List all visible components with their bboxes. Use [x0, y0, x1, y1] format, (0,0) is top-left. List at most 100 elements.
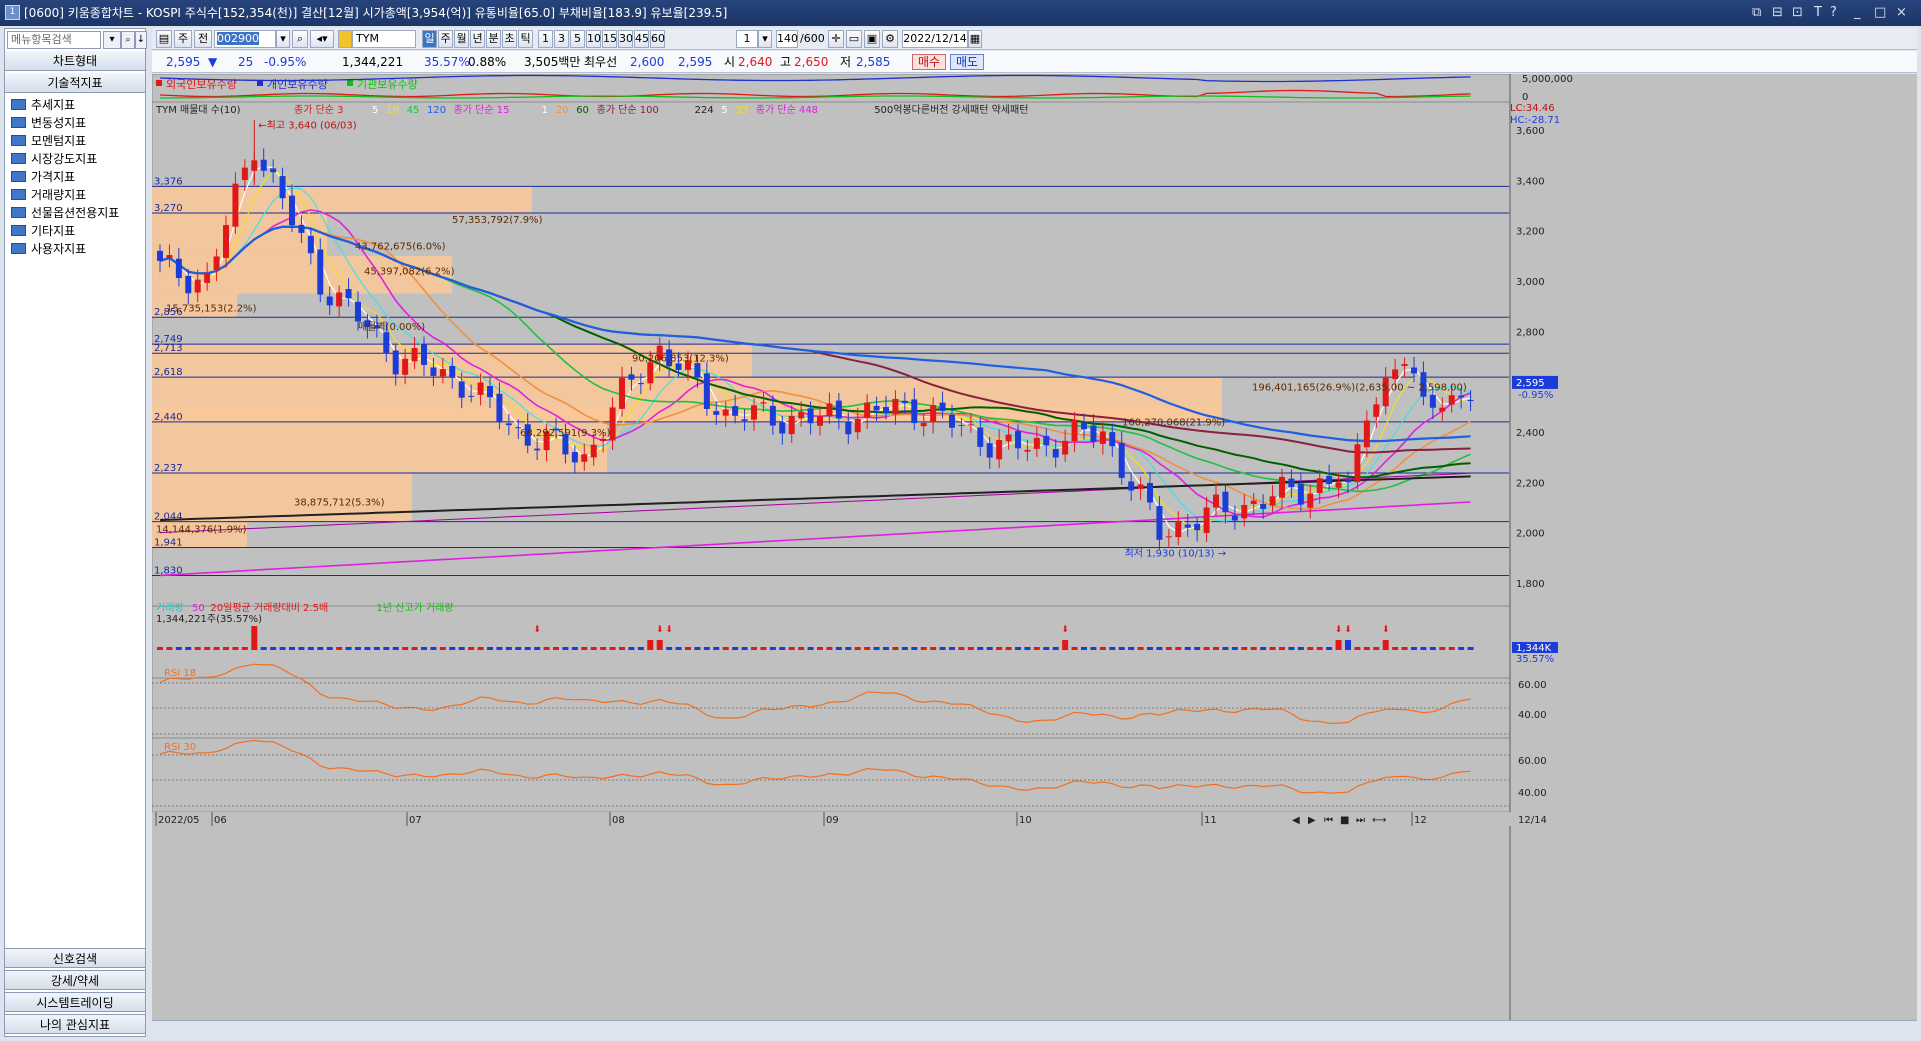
volume-bar: [1288, 647, 1295, 650]
candle-body: [1260, 503, 1267, 509]
indicator-folder[interactable]: 변동성지표: [11, 115, 86, 132]
magnifier-icon[interactable]: ⌕: [292, 30, 308, 48]
indicator-folder[interactable]: 선물옵션전용지표: [11, 205, 119, 222]
chart-scroll-strip[interactable]: [152, 1020, 1917, 1038]
month-label: 2022/05: [158, 815, 200, 826]
minute-button[interactable]: 60: [650, 30, 665, 48]
candle-body: [383, 332, 390, 354]
calendar-icon[interactable]: ▦: [968, 30, 982, 48]
volume-bar: [1392, 647, 1399, 650]
stock-type-button[interactable]: 주: [174, 30, 192, 48]
period-button[interactable]: 분: [486, 30, 501, 48]
indicator-folder[interactable]: 기타지표: [11, 223, 75, 240]
candle-body: [1194, 523, 1201, 531]
tab-chart-type[interactable]: 차트형태: [5, 51, 145, 71]
volume-bar: [1099, 647, 1106, 650]
buy-button[interactable]: 매수: [912, 54, 946, 70]
candle-body: [741, 419, 748, 422]
minute-button[interactable]: 45: [634, 30, 649, 48]
volume-bar: [656, 640, 663, 650]
sell-button[interactable]: 매도: [950, 54, 984, 70]
minute-count-dropdown-icon[interactable]: ▾: [758, 30, 772, 48]
scroll-control-icon: ◀: [1292, 815, 1300, 826]
stock-code-input[interactable]: 002900: [214, 30, 276, 48]
period-button[interactable]: 초: [502, 30, 517, 48]
save-icon[interactable]: ▣: [864, 30, 880, 48]
minimize-pane-icon[interactable]: ⊟: [1772, 0, 1783, 26]
tab-my-indicators[interactable]: 나의 관심지표: [5, 1014, 145, 1034]
speaker-icon[interactable]: ◂▾: [310, 30, 334, 48]
minimize-button[interactable]: _: [1854, 0, 1861, 26]
price-legend-item: 종가 단순 3: [294, 104, 344, 116]
indicator-folder[interactable]: 거래량지표: [11, 187, 86, 204]
tab-strength[interactable]: 강세/약세: [5, 970, 145, 990]
print-icon[interactable]: ▭: [846, 30, 862, 48]
period-button[interactable]: 주: [438, 30, 453, 48]
settings-gear-icon[interactable]: ⚙: [882, 30, 898, 48]
volume-bar: [1175, 647, 1182, 650]
restore-icon[interactable]: ⧉: [1752, 0, 1761, 26]
minute-count-select[interactable]: 1: [736, 30, 758, 48]
range-input[interactable]: 140: [776, 30, 798, 48]
candle-body: [260, 159, 267, 171]
down-arrow-icon[interactable]: ↓: [135, 31, 147, 49]
volume-bar: [930, 647, 937, 650]
text-icon[interactable]: T: [1814, 0, 1822, 26]
volume-bar: [798, 647, 805, 650]
minute-button[interactable]: 30: [618, 30, 633, 48]
volume-bar: [854, 647, 861, 650]
range-total: /600: [800, 32, 825, 45]
volume-bar: [986, 647, 993, 650]
maximize-button[interactable]: □: [1874, 0, 1886, 26]
candle-body: [1137, 484, 1144, 489]
volume-bar: [807, 647, 814, 650]
low-label: 저: [840, 55, 852, 69]
price-legend-item: 33: [735, 105, 748, 116]
code-dropdown-icon[interactable]: ▾: [276, 30, 290, 48]
chart-area[interactable]: 3,376 3,270 2,856 2,749 2,713 2,618 2,440 2,237…: [152, 74, 1917, 1026]
candle-body: [1411, 367, 1417, 374]
maximize-pane-icon[interactable]: ⊡: [1792, 0, 1803, 26]
minute-button[interactable]: 3: [554, 30, 569, 48]
candle-body: [713, 411, 720, 415]
date-input[interactable]: 2022/12/14: [902, 30, 968, 48]
volume-bar: [647, 640, 654, 650]
search-icon[interactable]: ⌕: [121, 31, 135, 49]
help-icon[interactable]: ?: [1830, 0, 1837, 26]
volume-bar: [1005, 647, 1012, 650]
volume-bar: [1307, 647, 1314, 650]
menu-search-input[interactable]: 메뉴항목검색: [7, 31, 101, 49]
indicator-folder[interactable]: 가격지표: [11, 169, 75, 186]
indicator-folder[interactable]: 사용자지표: [11, 241, 86, 258]
search-dropdown-icon[interactable]: ▾: [103, 31, 121, 49]
minute-button[interactable]: 5: [570, 30, 585, 48]
minute-button[interactable]: 15: [602, 30, 617, 48]
month-label: 11: [1204, 815, 1217, 826]
cross-cursor-icon[interactable]: ✛: [828, 30, 844, 48]
volume-bar: [553, 647, 559, 650]
candle-body: [703, 373, 710, 409]
candle-body: [901, 400, 908, 404]
period-button[interactable]: 틱: [518, 30, 533, 48]
indicator-folder-label: 기타지표: [31, 224, 76, 238]
candle-body: [1467, 399, 1474, 402]
period-button[interactable]: 월: [454, 30, 469, 48]
stock-name-field[interactable]: TYM: [352, 30, 416, 48]
tab-system-trading[interactable]: 시스템트레이딩: [5, 992, 145, 1012]
tab-technical-indicators[interactable]: 기술적지표: [5, 73, 145, 93]
minute-button[interactable]: 1: [538, 30, 553, 48]
all-button[interactable]: 전: [194, 30, 212, 48]
chart-canvas[interactable]: 3,3763,2702,8562,7492,7132,6182,4402,237…: [152, 74, 1917, 1020]
price-axis-label: 3,600: [1516, 126, 1545, 137]
indicator-folder[interactable]: 추세지표: [11, 97, 75, 114]
layout-icon[interactable]: ▤: [156, 30, 172, 48]
tab-signal-search[interactable]: 신호검색: [5, 948, 145, 968]
close-button[interactable]: ×: [1896, 0, 1907, 26]
turnover: 0.88%: [468, 55, 507, 69]
period-button[interactable]: 일: [422, 30, 437, 48]
volume-bar: [496, 647, 503, 650]
minute-button[interactable]: 10: [586, 30, 601, 48]
indicator-folder[interactable]: 시장강도지표: [11, 151, 97, 168]
indicator-folder[interactable]: 모멘텀지표: [11, 133, 86, 150]
period-button[interactable]: 년: [470, 30, 485, 48]
